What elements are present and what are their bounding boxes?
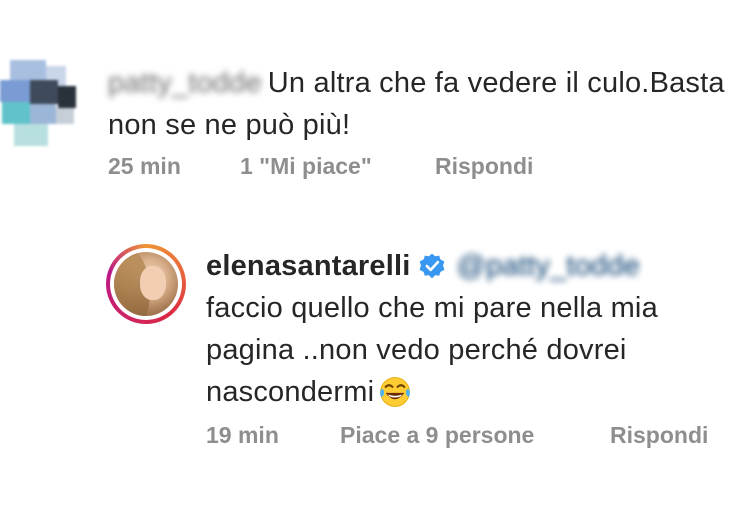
comment-likes[interactable]: Piace a 9 persone: [340, 422, 534, 449]
reply-comment-item: elenasantarelli @patty_todde faccio quel…: [0, 230, 740, 480]
comment-body: patty_todde Un altra che fa vedere il cul…: [108, 62, 728, 146]
comment-username[interactable]: patty_todde: [108, 62, 262, 104]
avatar[interactable]: [0, 60, 78, 146]
user-mention-link[interactable]: @patty_todde: [457, 245, 640, 287]
comment-body: elenasantarelli @patty_todde faccio quel…: [206, 245, 731, 413]
comment-time: 19 min: [206, 422, 279, 448]
comment-time: 25 min: [108, 153, 181, 179]
verified-badge-icon: [419, 253, 444, 279]
comment-item: patty_todde Un altra che fa vedere il cul…: [0, 0, 740, 200]
reply-button[interactable]: Rispondi: [610, 422, 708, 449]
avatar[interactable]: [106, 244, 186, 324]
laughing-tears-emoji-icon: [380, 377, 411, 407]
comment-likes[interactable]: 1 "Mi piace": [240, 153, 372, 180]
reply-button[interactable]: Rispondi: [435, 153, 533, 180]
comment-text: faccio quello che mi pare nella mia pagi…: [206, 292, 658, 408]
comment-username[interactable]: elenasantarelli: [206, 245, 411, 287]
